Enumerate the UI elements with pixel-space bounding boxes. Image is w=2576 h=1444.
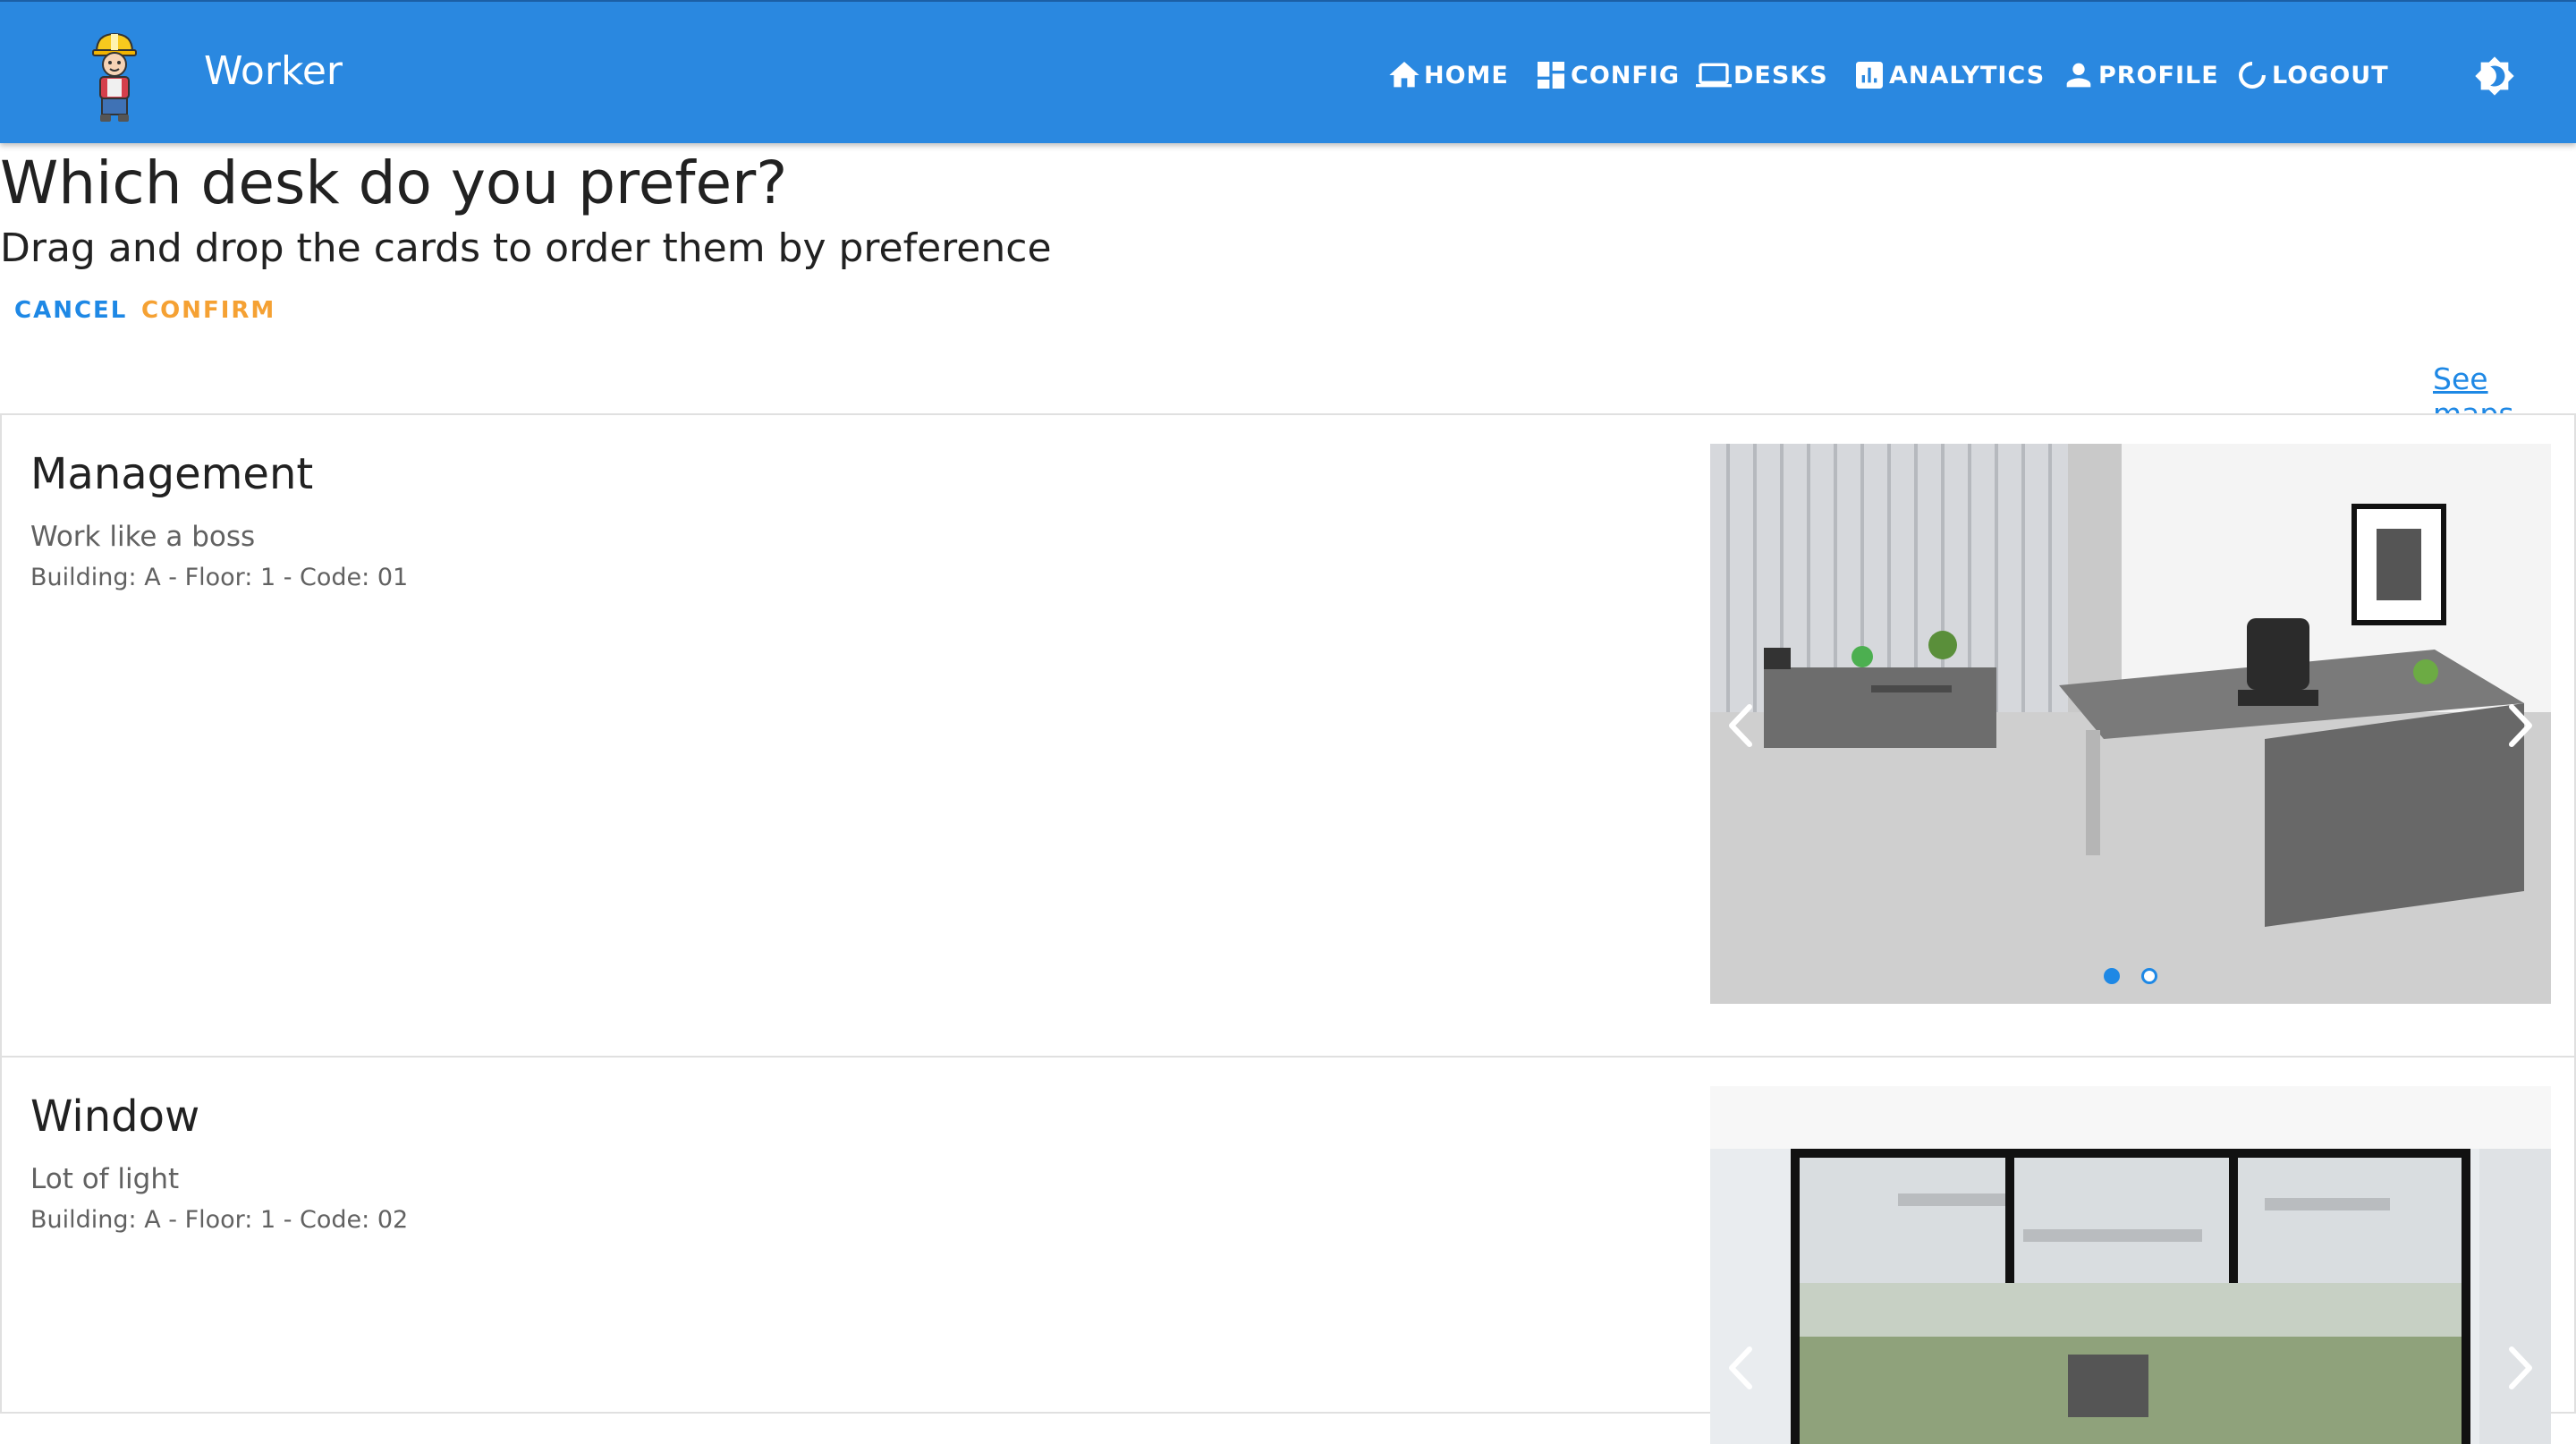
office-desk-photo — [1710, 444, 2551, 1004]
nav-logout-label: LOGOUT — [2272, 61, 2389, 89]
carousel-dot[interactable] — [2104, 968, 2120, 984]
nav-home-button[interactable]: HOME — [1386, 54, 1509, 97]
nav-analytics-label: ANALYTICS — [1889, 61, 2046, 89]
nav-profile-label: PROFILE — [2098, 61, 2219, 89]
card-description: Lot of light — [30, 1163, 180, 1195]
card-description: Work like a boss — [30, 521, 256, 553]
home-icon — [1389, 62, 1419, 88]
dashboard-icon — [1538, 62, 1564, 89]
desk-image-carousel[interactable] — [1710, 1086, 2551, 1444]
carousel-dot[interactable] — [2141, 968, 2157, 984]
nav-desks-button[interactable]: DESKS — [1696, 54, 1828, 97]
worker-avatar-logo — [92, 32, 137, 122]
page-subtitle: Drag and drop the cards to order them by… — [0, 225, 1052, 271]
nav-config-button[interactable]: CONFIG — [1533, 54, 1680, 97]
carousel-next-icon[interactable] — [2497, 1337, 2542, 1399]
nav-desks-label: DESKS — [1733, 61, 1828, 89]
card-location: Building: A - Floor: 1 - Code: 02 — [30, 1206, 409, 1234]
card-title: Management — [30, 449, 314, 499]
window-office-photo — [1710, 1086, 2551, 1444]
person-icon — [2066, 63, 2091, 88]
page-title: Which desk do you prefer? — [0, 149, 788, 217]
card-title: Window — [30, 1091, 200, 1142]
theme-toggle-icon[interactable] — [2474, 55, 2515, 97]
nav-config-label: CONFIG — [1571, 61, 1681, 89]
cancel-button[interactable]: CANCEL — [14, 297, 127, 324]
nav-home-label: HOME — [1424, 61, 1509, 89]
card-location: Building: A - Floor: 1 - Code: 01 — [30, 564, 409, 591]
confirm-button[interactable]: CONFIRM — [141, 297, 275, 324]
desk-image-carousel[interactable] — [1710, 444, 2551, 1004]
nav-analytics-button[interactable]: ANALYTICS — [1852, 54, 2045, 97]
app-bar: Worker HOME CONFIG DESKS ANALYTICS PROFI… — [0, 0, 2576, 143]
analytics-icon — [1856, 62, 1883, 89]
laptop-icon — [1696, 63, 1732, 88]
carousel-next-icon[interactable] — [2497, 694, 2542, 757]
nav-profile-button[interactable]: PROFILE — [2061, 54, 2219, 97]
carousel-prev-icon[interactable] — [1719, 694, 1764, 757]
carousel-indicators — [1710, 968, 2551, 988]
app-title: Worker — [204, 48, 343, 94]
desk-card[interactable]: Window Lot of light Building: A - Floor:… — [0, 1056, 2576, 1444]
logout-icon — [2239, 62, 2266, 89]
nav-logout-button[interactable]: LOGOUT — [2234, 54, 2389, 97]
carousel-prev-icon[interactable] — [1719, 1337, 1764, 1399]
desk-card[interactable]: Management Work like a boss Building: A … — [0, 413, 2576, 1058]
